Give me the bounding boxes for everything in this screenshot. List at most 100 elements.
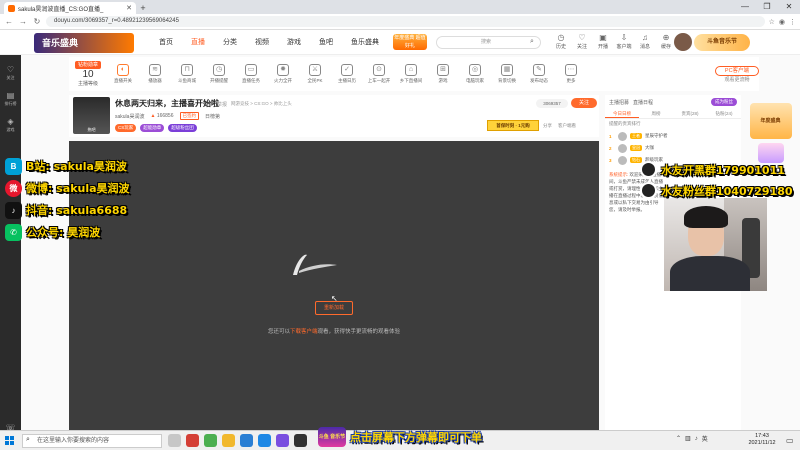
taskbar-app-icon[interactable] xyxy=(222,434,235,447)
user-avatar[interactable] xyxy=(674,33,692,51)
tab-daily-rank[interactable]: 今日日榜 xyxy=(605,109,639,118)
tool-label: 上车一起开 xyxy=(367,78,391,83)
sidebar-item-follow[interactable]: ♡ 关注 xyxy=(0,65,21,81)
notification-icon[interactable]: ▭ xyxy=(786,436,794,445)
tool-item[interactable]: ▭ 直播任务 xyxy=(235,64,267,84)
header-history[interactable]: ◷ 历史 xyxy=(552,33,570,50)
download-client-link[interactable]: 下载客户端 xyxy=(290,329,318,335)
tool-item[interactable]: ⊙ 上车一起开 xyxy=(363,64,395,84)
festival-card[interactable]: 年度盛典 xyxy=(749,103,792,139)
taskbar-search-input[interactable]: 在这里输入你要搜索的内容 xyxy=(22,434,162,448)
header-broadcast[interactable]: ▣ 开播 xyxy=(594,33,612,50)
volume-icon[interactable]: ♪ xyxy=(695,436,698,442)
share-button[interactable]: 分享 xyxy=(543,123,552,129)
forward-icon[interactable]: → xyxy=(18,17,28,26)
heart-icon: ♡ xyxy=(6,65,15,74)
breadcrumb[interactable]: 网游竞技 > CS:GO > 帅比上头 xyxy=(231,101,292,107)
taskbar-app-icon[interactable] xyxy=(168,434,181,447)
search-icon[interactable]: ⌕ xyxy=(530,38,534,46)
back-icon[interactable]: ← xyxy=(4,17,14,26)
chevron-up-icon[interactable]: ⌃ xyxy=(676,435,681,442)
anchor-level[interactable]: 钻粉勋章 10 主播等级 xyxy=(69,61,107,87)
tab-diamond-fans[interactable]: 钻粉(24) xyxy=(707,109,741,118)
rank-text[interactable]: 日榜第 xyxy=(205,113,220,120)
douyu-favicon-icon xyxy=(8,4,15,12)
header-banner[interactable]: 斗鱼音乐节 xyxy=(694,34,750,51)
profile-icon[interactable]: ◉ xyxy=(779,18,785,26)
streamer-avatar[interactable]: 热吧 xyxy=(73,97,110,134)
close-window-button[interactable]: ✕ xyxy=(778,0,800,14)
nav-live[interactable]: 直播 xyxy=(182,30,214,55)
nav-game[interactable]: 游戏 xyxy=(278,30,310,55)
input-language[interactable]: 英 xyxy=(702,434,708,443)
streamer-name[interactable]: sakula昊润波 xyxy=(115,113,144,120)
menu-icon[interactable]: ⋮ xyxy=(789,18,796,26)
header-follow[interactable]: ♡ 关注 xyxy=(573,33,591,50)
new-tab-button[interactable]: + xyxy=(136,2,150,14)
tool-item[interactable]: ✎ 发布动态 xyxy=(523,64,555,84)
nav-category[interactable]: 分类 xyxy=(214,30,246,55)
search-input[interactable]: 搜索 xyxy=(436,36,541,49)
report-link[interactable]: 举报 xyxy=(217,101,227,108)
taskbar-app-icon[interactable] xyxy=(294,434,307,447)
tool-item[interactable]: ⌂ 乡下直播间 xyxy=(395,64,427,84)
client-watch-button[interactable]: 客户端看 xyxy=(558,123,576,129)
room-meta: sakula昊润波 ▲ 166856 已签约 日榜第 xyxy=(115,112,220,120)
tool-item[interactable]: ◐ 直播开关 xyxy=(107,64,139,84)
taskbar-app-icon[interactable] xyxy=(204,434,217,447)
festival-promo[interactable]: 年度盛典 超值好礼 xyxy=(393,34,427,50)
taskbar-app-icon[interactable] xyxy=(258,434,271,447)
douyu-logo[interactable]: 音乐盛典 xyxy=(34,33,134,53)
tool-item[interactable]: ≋ 播放器 xyxy=(139,64,171,84)
header-messages[interactable]: ♫ 消息 xyxy=(636,33,654,50)
rank-row[interactable]: 1 王者 星辰守护者 xyxy=(609,130,737,142)
nav-yuba[interactable]: 鱼吧 xyxy=(310,30,342,55)
tool-item[interactable]: ⚔ 全民PK xyxy=(299,64,331,84)
recruit-link[interactable]: 主播招募 xyxy=(609,99,629,106)
video-player[interactable]: ↖ 重新加载 您还可以下载客户端观看，获得快手更流畅的观看体验 xyxy=(69,141,599,430)
tool-item[interactable]: ◎ 电脑玩家 xyxy=(459,64,491,84)
star-icon[interactable]: ☆ xyxy=(769,18,775,26)
gift-card-icon[interactable] xyxy=(757,143,784,163)
tool-item[interactable]: ✹ 火力全开 xyxy=(267,64,299,84)
chat-tabs: 今日日榜 周榜 贵宾(28) 钻粉(24) xyxy=(605,109,741,119)
taskbar-app-icon[interactable] xyxy=(240,434,253,447)
rank-row[interactable]: 2 皇冠 大咖 xyxy=(609,142,737,154)
url-input[interactable]: douyu.com/3069357_r=0.489212395690642​45 xyxy=(46,16,765,27)
taskbar-clock[interactable]: 17:43 2021/11/12 xyxy=(742,433,782,447)
nav-home[interactable]: 首页 xyxy=(150,30,182,55)
reload-button[interactable]: 重新加载 xyxy=(315,301,353,315)
tool-item[interactable]: ⊞ 游戏 xyxy=(427,64,459,84)
become-fan-button[interactable]: 成为粉丝 xyxy=(711,98,737,106)
tab-vip[interactable]: 贵宾(28) xyxy=(673,109,707,118)
tag-super-medal[interactable]: 超能勋章 xyxy=(140,124,165,132)
tool-item[interactable]: ⋯ 更多 xyxy=(555,64,587,84)
sidebar-item-game[interactable]: ◈ 游戏 xyxy=(0,117,21,133)
network-icon[interactable]: ▥ xyxy=(685,435,691,442)
taskbar-app-icon[interactable] xyxy=(276,434,289,447)
tool-item[interactable]: ◷ 开播提醒 xyxy=(203,64,235,84)
sidebar-item-rank[interactable]: ▤ 排行榜 xyxy=(0,91,21,107)
header-client[interactable]: ⇩ 客户端 xyxy=(615,33,633,50)
maximize-button[interactable]: ❐ xyxy=(756,0,778,14)
minimize-button[interactable]: — xyxy=(734,0,756,14)
tool-item[interactable]: ⊓ 斗鱼商城 xyxy=(171,64,203,84)
gift-banner[interactable]: 首保时刻 · 1元购 xyxy=(487,120,539,131)
close-tab-icon[interactable]: ✕ xyxy=(126,4,132,12)
tag-fan-club[interactable]: 超级粉丝团 xyxy=(168,124,197,132)
pc-client-button[interactable]: PC客户端 观看更流畅 xyxy=(715,65,759,83)
tool-item[interactable]: ✓ 主播日历 xyxy=(331,64,363,84)
follow-button[interactable]: 关注 xyxy=(571,98,597,108)
reload-icon[interactable]: ↻ xyxy=(32,17,42,26)
nav-festival[interactable]: 鱼乐盛典 xyxy=(342,30,388,55)
tag-cs-player[interactable]: CS玩家 xyxy=(115,124,137,132)
tool-item[interactable]: ▦ 背景切换 xyxy=(491,64,523,84)
nav-video[interactable]: 视频 xyxy=(246,30,278,55)
windows-start-icon[interactable] xyxy=(5,436,15,446)
taskbar-app-icon[interactable] xyxy=(186,434,199,447)
browser-tab[interactable]: sakula昊润波直播_CS:GO直播_ ✕ xyxy=(4,2,136,14)
schedule-link[interactable]: 直播日程 xyxy=(633,99,653,106)
header-cache[interactable]: ⊕ 缓存 xyxy=(657,33,675,50)
tab-weekly-rank[interactable]: 周榜 xyxy=(639,109,673,118)
rank-badge: 王者 xyxy=(630,133,642,139)
